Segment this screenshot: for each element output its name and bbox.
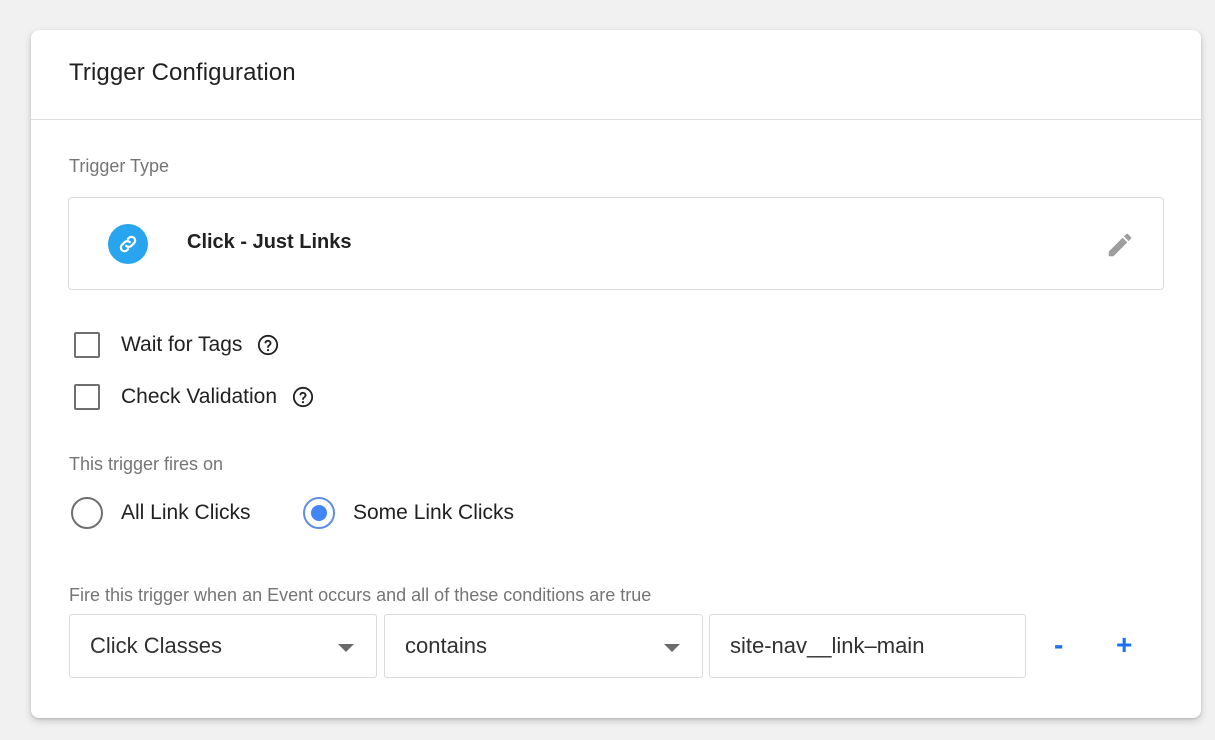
trigger-type-name: Click - Just Links	[187, 231, 352, 253]
card-title: Trigger Configuration	[69, 59, 296, 86]
some-link-clicks-option[interactable]: Some Link Clicks	[303, 497, 514, 529]
chevron-down-icon	[664, 644, 680, 652]
all-link-clicks-label: All Link Clicks	[121, 501, 251, 524]
some-link-clicks-radio[interactable]	[303, 497, 335, 529]
trigger-type-label: Trigger Type	[69, 156, 170, 176]
chevron-down-icon	[338, 644, 354, 652]
condition-value-input[interactable]	[709, 614, 1026, 678]
operator-select-value: contains	[405, 633, 487, 658]
wait-for-tags-label: Wait for Tags	[121, 333, 243, 356]
conditions-label: Fire this trigger when an Event occurs a…	[69, 585, 652, 605]
remove-condition-button[interactable]: -	[1054, 630, 1063, 660]
variable-select[interactable]: Click Classes	[69, 614, 377, 678]
wait-for-tags-option[interactable]: Wait for Tags	[74, 332, 279, 358]
all-link-clicks-radio[interactable]	[71, 497, 103, 529]
trigger-type-selector[interactable]: Click - Just Links	[68, 197, 1164, 290]
some-link-clicks-label: Some Link Clicks	[353, 501, 515, 524]
all-link-clicks-option[interactable]: All Link Clicks	[71, 497, 251, 529]
fires-on-label: This trigger fires on	[69, 454, 224, 474]
check-validation-option[interactable]: Check Validation	[74, 384, 314, 410]
operator-select[interactable]: contains	[384, 614, 703, 678]
pencil-icon[interactable]	[1103, 228, 1137, 262]
trigger-configuration-card: Trigger Configuration Trigger Type Click…	[31, 30, 1201, 718]
wait-for-tags-checkbox[interactable]	[74, 332, 100, 358]
variable-select-value: Click Classes	[90, 633, 223, 658]
help-circle-icon[interactable]	[257, 334, 279, 356]
card-header: Trigger Configuration	[31, 30, 1201, 120]
check-validation-checkbox[interactable]	[74, 384, 100, 410]
link-icon	[108, 224, 148, 264]
add-condition-button[interactable]: +	[1116, 630, 1132, 660]
check-validation-label: Check Validation	[121, 385, 278, 408]
help-circle-icon[interactable]	[292, 386, 314, 408]
